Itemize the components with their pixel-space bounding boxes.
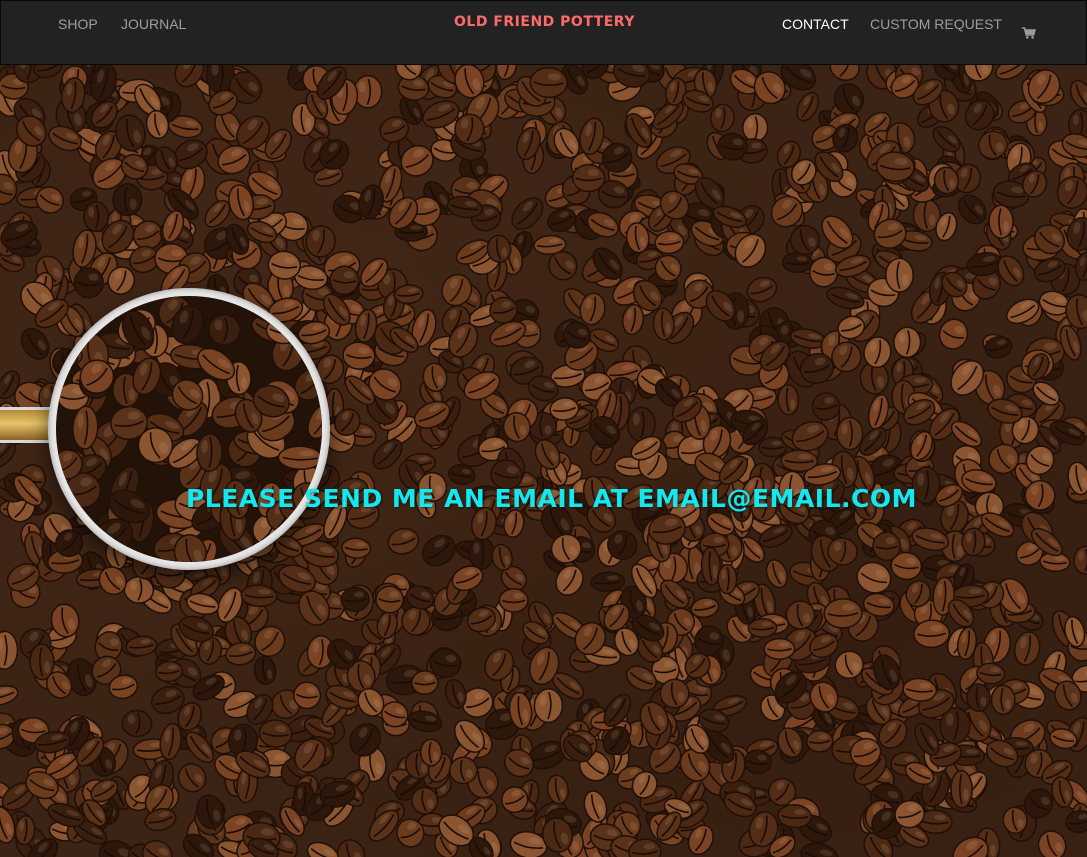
hero-section: PLEASE SEND ME AN EMAIL AT EMAIL@EMAIL.C… [0,65,1087,857]
nav-link-shop[interactable]: SHOP [58,16,98,32]
scoop-handle [0,407,52,443]
nav-link-contact[interactable]: CONTACT [782,16,849,32]
navbar: SHOP JOURNAL OLD FRIEND POTTERY CONTACT … [0,0,1087,65]
shopping-cart-icon[interactable] [1022,27,1036,39]
contact-message: PLEASE SEND ME AN EMAIL AT EMAIL@EMAIL.C… [185,484,917,513]
nav-link-journal[interactable]: JOURNAL [121,16,186,32]
coffee-scoop-beans [56,296,322,562]
nav-link-custom-request[interactable]: CUSTOM REQUEST [870,16,1002,32]
brand-title[interactable]: OLD FRIEND POTTERY [454,14,635,30]
